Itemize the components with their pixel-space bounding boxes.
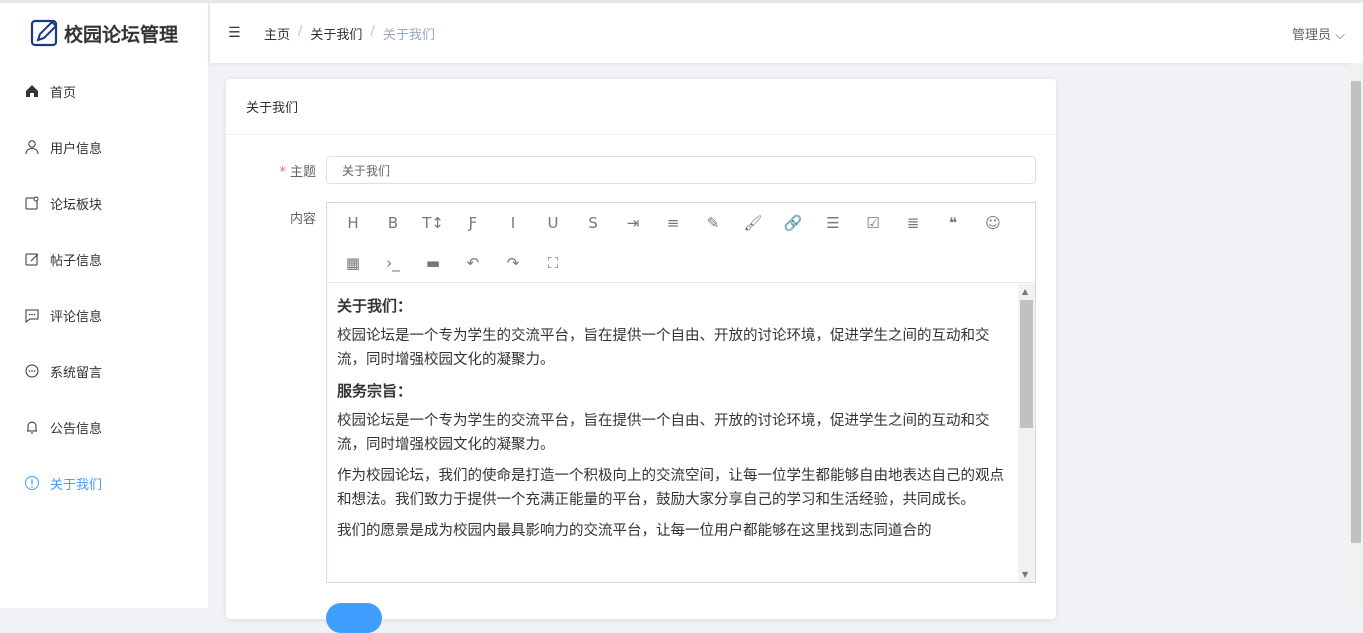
logo: 校园论坛管理	[0, 3, 209, 63]
sidebar-item-label: 帖子信息	[50, 253, 103, 269]
board-icon	[25, 196, 39, 210]
paragraph-icon[interactable]: ≣	[893, 203, 933, 243]
edit-icon	[25, 253, 39, 266]
message-icon	[25, 364, 39, 378]
card-title: 关于我们	[226, 79, 1056, 135]
heading-icon[interactable]: H	[333, 203, 373, 243]
code-icon[interactable]: ›_	[373, 243, 413, 283]
user-name: 管理员	[1291, 27, 1331, 43]
link-icon[interactable]: 🔗	[773, 203, 813, 243]
app-title: 校园论坛管理	[63, 23, 178, 46]
sidebar-item-users[interactable]: 用户信息	[0, 119, 208, 175]
content-paragraph: 校园论坛是一个专为学生的交流平台，旨在提供一个自由、开放的讨论环境，促进学生之间…	[337, 413, 990, 453]
content-paragraph: 作为校园论坛，我们的使命是打造一个积极向上的交流空间，让每一位学生都能够自由地表…	[337, 468, 1004, 508]
bell-icon	[27, 421, 37, 434]
brush-icon[interactable]: 🖌	[733, 203, 773, 243]
pencil-logo-icon	[30, 19, 58, 47]
user-dropdown[interactable]: 管理员 ⌵	[1292, 24, 1345, 43]
menu-toggle-icon[interactable]: ☰	[228, 25, 242, 41]
emoji-icon[interactable]: ☺	[973, 203, 1013, 243]
table-icon[interactable]: ▦	[333, 243, 373, 283]
strikethrough-icon[interactable]: S	[573, 203, 613, 243]
underline-icon[interactable]: U	[533, 203, 573, 243]
content-label: 内容	[289, 212, 316, 227]
rich-text-editor: H B T↕ Ƒ I U S ⇥ ≡ ✎ 🖌 🔗 ☰ ☑ ≣ ❝ ☺ ▦ ›_ ▬ ↶ ↷ ⛶ 关于我们： 校园论坛是一个专…	[326, 202, 1036, 583]
align-icon[interactable]: ≡	[653, 203, 693, 243]
sidebar-item-label: 关于我们	[50, 477, 103, 493]
pencil-icon[interactable]: ✎	[693, 203, 733, 243]
sidebar-item-messages[interactable]: 系统留言	[0, 343, 208, 399]
sidebar-item-comments[interactable]: 评论信息	[0, 287, 208, 343]
redo-icon[interactable]: ↷	[493, 243, 533, 283]
comment-icon	[25, 309, 39, 323]
sidebar-item-label: 评论信息	[50, 309, 103, 325]
sidebar-item-boards[interactable]: 论坛板块	[0, 175, 208, 231]
fullscreen-icon[interactable]: ⛶	[533, 243, 573, 283]
content-paragraph: 我们的愿景是成为校园内最具影响力的交流平台，让每一位用户都能够在这里找到志同道合…	[337, 523, 932, 539]
page-scrollbar[interactable]	[1348, 63, 1363, 608]
italic-icon[interactable]: I	[493, 203, 533, 243]
chevron-down-icon: ⌵	[1335, 27, 1345, 43]
editor-content[interactable]: 关于我们： 校园论坛是一个专为学生的交流平台，旨在提供一个自由、开放的讨论环境，…	[327, 284, 1018, 582]
sidebar-item-posts[interactable]: 帖子信息	[0, 231, 208, 287]
font-size-icon[interactable]: T↕	[413, 203, 453, 243]
sidebar-item-about[interactable]: 关于我们	[0, 455, 208, 511]
home-icon	[26, 85, 38, 97]
editor-scrollbar[interactable]: ▲ ▼	[1018, 284, 1035, 582]
sidebar-item-home[interactable]: 首页	[0, 63, 208, 119]
hr-icon[interactable]: ▬	[413, 243, 453, 283]
breadcrumb-home[interactable]: 主页	[264, 24, 290, 43]
content-heading: 关于我们：	[337, 297, 413, 315]
info-icon	[25, 476, 39, 490]
sidebar-item-label: 公告信息	[50, 421, 103, 437]
breadcrumb: 主页 / 关于我们 / 关于我们	[264, 23, 435, 43]
checkbox-icon[interactable]: ☑	[853, 203, 893, 243]
font-icon[interactable]: Ƒ	[453, 203, 493, 243]
user-icon	[25, 140, 39, 155]
sidebar-item-notices[interactable]: 公告信息	[0, 399, 208, 455]
sidebar-item-label: 用户信息	[50, 141, 103, 157]
subject-input[interactable]: 关于我们	[326, 156, 1036, 184]
sidebar: 首页 用户信息 论坛板块 帖子信息 评论信息 系统留言 公告信息 关于我们	[0, 63, 209, 608]
sidebar-item-label: 系统留言	[50, 365, 103, 381]
sidebar-item-label: 论坛板块	[50, 197, 103, 213]
about-form-card: 关于我们 * 主题 关于我们 内容 H B T↕ Ƒ I U S ⇥ ≡ ✎ 🖌 🔗 ☰ ☑ ≣ ❝ ☺ ▦ ›_ ▬…	[226, 79, 1056, 633]
undo-icon[interactable]: ↶	[453, 243, 493, 283]
quote-icon[interactable]: ❝	[933, 203, 973, 243]
breadcrumb-item[interactable]: 关于我们	[310, 24, 362, 43]
breadcrumb-current: 关于我们	[382, 27, 435, 43]
header: ☰ 主页 / 关于我们 / 关于我们 管理员 ⌵	[210, 3, 1363, 63]
content-heading: 服务宗旨：	[337, 382, 413, 400]
indent-icon[interactable]: ⇥	[613, 203, 653, 243]
editor-toolbar: H B T↕ Ƒ I U S ⇥ ≡ ✎ 🖌 🔗 ☰ ☑ ≣ ❝ ☺ ▦ ›_ ▬ ↶ ↷ ⛶	[327, 203, 1035, 283]
sidebar-item-label: 首页	[50, 85, 77, 101]
content-paragraph: 校园论坛是一个专为学生的交流平台，旨在提供一个自由、开放的讨论环境，促进学生之间…	[337, 328, 990, 368]
subject-label: * 主题	[279, 165, 316, 180]
list-icon[interactable]: ☰	[813, 203, 853, 243]
bold-icon[interactable]: B	[373, 203, 413, 243]
